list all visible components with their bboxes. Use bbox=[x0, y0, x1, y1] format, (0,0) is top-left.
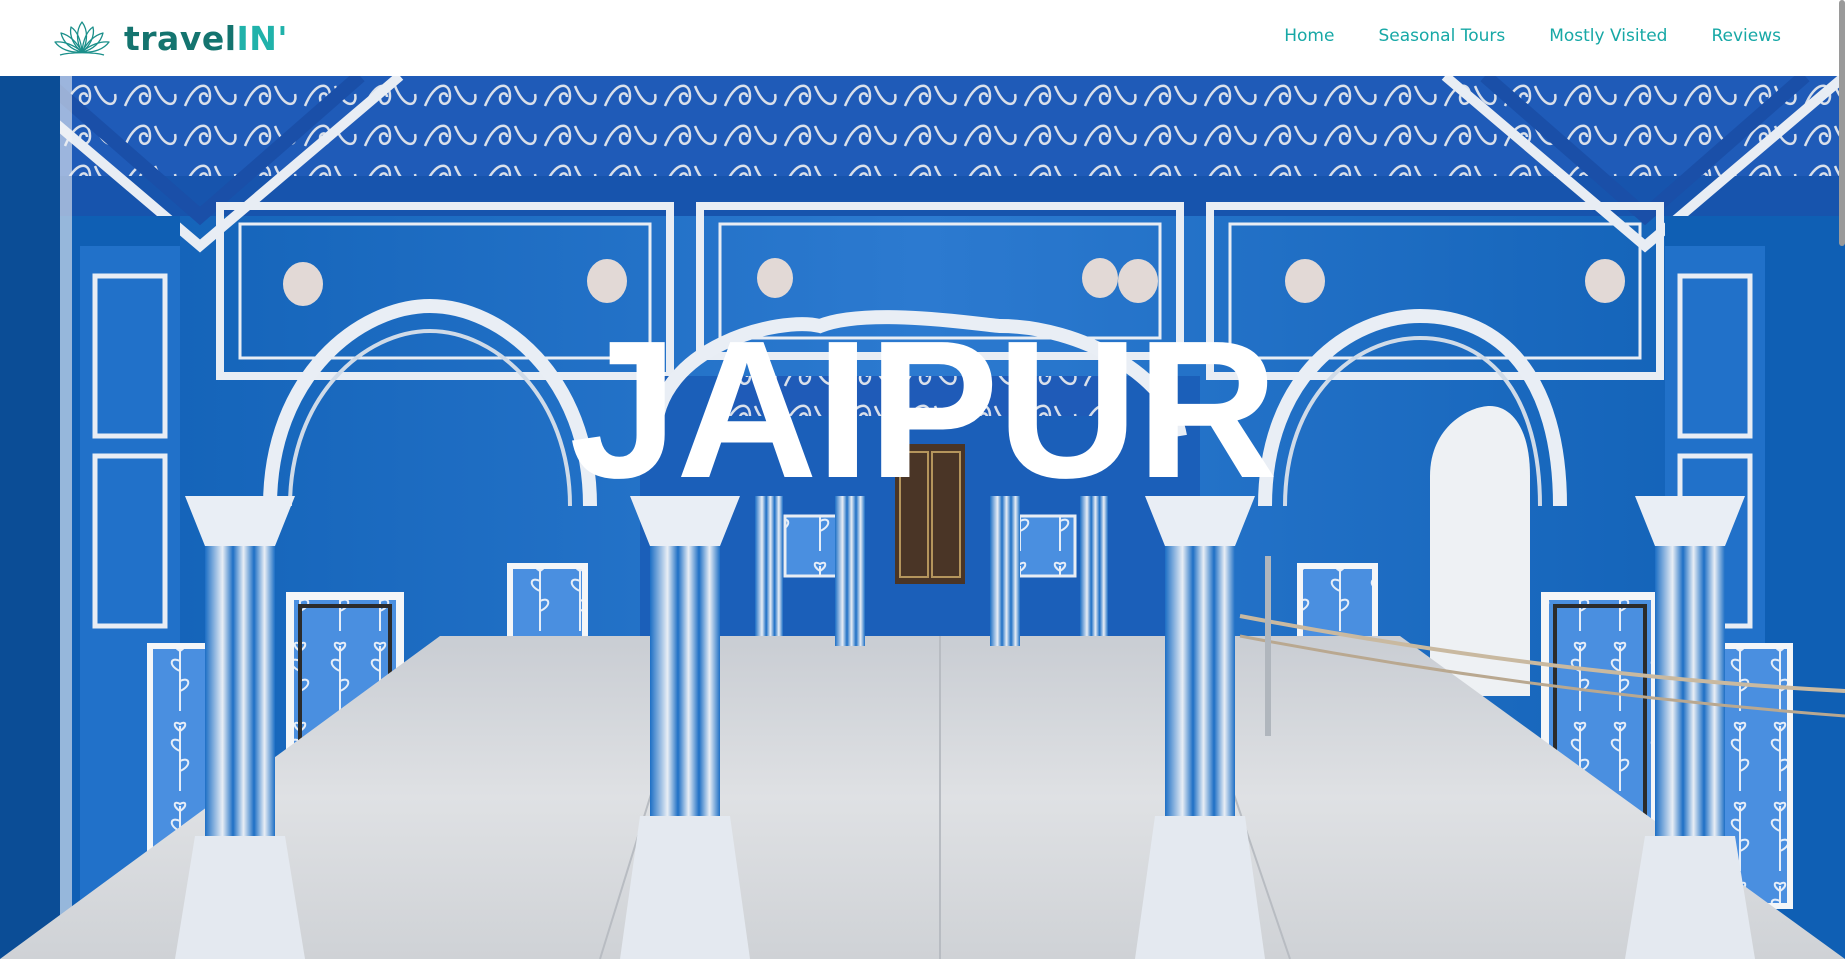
page-scrollbar[interactable] bbox=[1835, 0, 1845, 959]
lotus-icon bbox=[54, 21, 110, 56]
main-nav: Home Seasonal Tours Mostly Visited Revie… bbox=[1240, 0, 1781, 72]
scrollbar-thumb[interactable] bbox=[1839, 0, 1845, 246]
brand-name-part2: IN' bbox=[236, 18, 289, 58]
hero-banner: JAIPUR bbox=[0, 76, 1845, 959]
brand-name: travelIN' bbox=[124, 22, 288, 55]
hero-background-image bbox=[0, 76, 1845, 959]
nav-link-seasonal-tours[interactable]: Seasonal Tours bbox=[1378, 26, 1505, 46]
navbar: travelIN' Home Seasonal Tours Mostly Vis… bbox=[0, 0, 1845, 76]
brand-link[interactable]: travelIN' bbox=[52, 14, 288, 62]
nav-link-home[interactable]: Home bbox=[1284, 26, 1334, 46]
brand-name-part1: travel bbox=[124, 18, 237, 58]
nav-link-reviews[interactable]: Reviews bbox=[1711, 26, 1781, 46]
nav-link-mostly-visited[interactable]: Mostly Visited bbox=[1549, 26, 1667, 46]
page: travelIN' Home Seasonal Tours Mostly Vis… bbox=[0, 0, 1845, 959]
